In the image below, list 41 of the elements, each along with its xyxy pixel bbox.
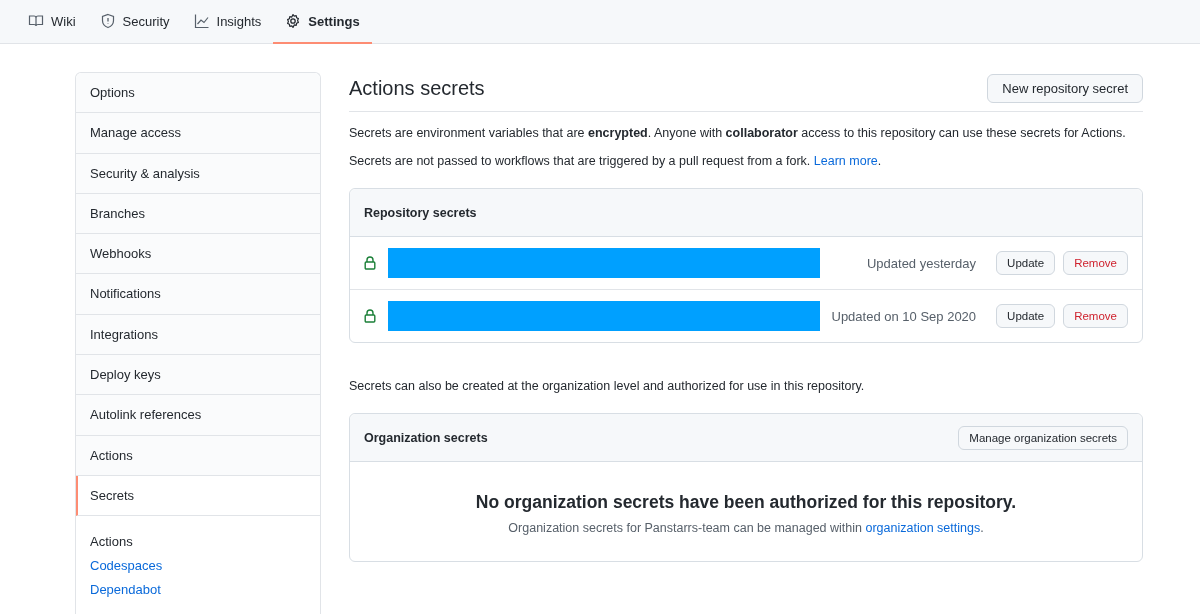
page-title: Actions secrets	[349, 77, 485, 100]
book-icon	[28, 13, 44, 29]
updated-text: Updated yesterday	[865, 255, 977, 271]
description-text: Secrets are environment variables that are encrypted. Anyone with collaborator access to this repository can use these secrets for Actions.	[349, 126, 1127, 140]
sidebar-link[interactable]: Codespaces	[90, 558, 306, 574]
sidebar-link[interactable]: Dependabot	[90, 582, 306, 598]
remove-button[interactable]: Remove	[1063, 304, 1128, 328]
sidebar-item[interactable]: Options	[76, 73, 320, 114]
update-button[interactable]: Update	[996, 251, 1056, 275]
lock-icon	[364, 256, 376, 270]
nav-tab[interactable]: Security	[87, 0, 182, 44]
graph-icon	[193, 13, 210, 29]
panel-title: Organization secrets	[364, 430, 488, 445]
manage-organization-secrets-button[interactable]: Manage organization secrets	[958, 425, 1128, 450]
nav-tab[interactable]: Settings	[273, 0, 372, 44]
panel-title: Repository secrets	[364, 205, 477, 220]
lock-icon	[364, 309, 376, 323]
sidebar-item[interactable]: Notifications	[76, 274, 320, 315]
remove-button[interactable]: Remove	[1063, 251, 1128, 275]
nav-tab[interactable]: Wiki	[16, 0, 88, 44]
update-button[interactable]: Update	[996, 304, 1056, 328]
empty-state-title: No organization secrets have been authorized for this repository.	[474, 492, 1018, 513]
shield-icon	[99, 13, 116, 29]
description-text: Secrets can also be created at the organization level and authorized for use in this repository.	[349, 379, 866, 393]
updated-text: Updated on 10 Sep 2020	[830, 308, 977, 324]
new-secret-button[interactable]: New repository secret	[987, 74, 1143, 103]
sidebar-item[interactable]: Actions	[76, 435, 320, 476]
section-heading: Actions	[90, 534, 134, 550]
learn-more-link[interactable]: Learn more	[813, 154, 878, 168]
sidebar-item[interactable]: Webhooks	[76, 234, 320, 275]
nav-tab[interactable]: Insights	[181, 0, 274, 44]
settings-icon	[285, 13, 302, 29]
empty-state-text: Organization secrets for Panstarrs-team can be managed within organization settings.	[507, 521, 985, 535]
sidebar-item[interactable]: Branches	[76, 193, 320, 235]
description-text: Secrets are not passed to workflows that are triggered by a pull request from a fork. Learn more.	[349, 154, 883, 168]
sidebar-item[interactable]: Integrations	[76, 314, 320, 356]
sidebar-item[interactable]: Deploy keys	[76, 355, 320, 396]
sidebar-item[interactable]: Secrets	[76, 475, 320, 517]
sidebar-item[interactable]: Autolink references	[76, 395, 320, 436]
sidebar-item[interactable]: Manage access	[76, 113, 320, 154]
sidebar-item[interactable]: Security & analysis	[76, 153, 320, 194]
